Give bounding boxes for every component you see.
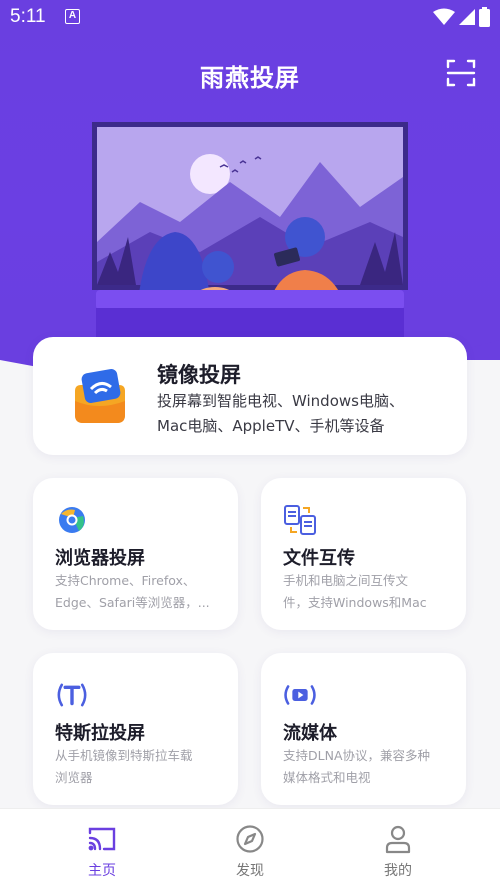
feature-description: 从手机镜像到特斯拉车载 浏览器 [55, 745, 223, 789]
feature-description: 支持Chrome、Firefox、 Edge、Safari等浏览器，... [55, 570, 223, 614]
feature-desc-line: 件，支持Windows和Mac [283, 595, 427, 610]
user-icon [385, 825, 411, 854]
app-title: 雨燕投屏 [200, 64, 300, 92]
mirror-cast-card[interactable]: 镜像投屏 投屏幕到智能电视、Windows电脑、 Mac电脑、AppleTV、手… [33, 337, 467, 455]
notification-icon: A [65, 9, 80, 24]
feature-desc-line: Edge、Safari等浏览器，... [55, 595, 210, 610]
feature-desc-line: 媒体格式和电视 [283, 770, 371, 785]
bottom-navigation: 主页 发现 我的 [0, 808, 500, 888]
mirror-title: 镜像投屏 [157, 363, 241, 387]
feature-title: 文件互传 [283, 548, 355, 569]
compass-icon [236, 825, 264, 853]
status-bar: 5:11 A [0, 0, 500, 34]
cast-icon [88, 827, 116, 851]
feature-desc-line: 支持DLNA协议，兼容多种 [283, 748, 430, 763]
battery-icon [479, 7, 490, 27]
nav-label: 主页 [88, 863, 116, 879]
mirror-desc-line: Mac电脑、AppleTV、手机等设备 [157, 417, 385, 435]
wifi-icon [433, 8, 455, 25]
feature-desc-line: 手机和电脑之间互传文 [283, 573, 409, 588]
feature-desc-line: 从手机镜像到特斯拉车载 [55, 748, 193, 763]
feature-title: 特斯拉投屏 [55, 723, 145, 744]
tesla-cast-card[interactable]: 特斯拉投屏 从手机镜像到特斯拉车载 浏览器 [33, 653, 238, 805]
nav-label: 发现 [236, 863, 264, 879]
nav-discover[interactable]: 发现 [200, 809, 300, 888]
browser-cast-card[interactable]: 浏览器投屏 支持Chrome、Firefox、 Edge、Safari等浏览器，… [33, 478, 238, 630]
tv-illustration [92, 122, 408, 338]
feature-desc-line: 支持Chrome、Firefox、 [55, 573, 196, 588]
mirror-description: 投屏幕到智能电视、Windows电脑、 Mac电脑、AppleTV、手机等设备 [157, 389, 447, 439]
status-icons [433, 7, 490, 27]
nav-home[interactable]: 主页 [52, 809, 152, 888]
status-time: 5:11 [10, 6, 46, 27]
signal-icon [459, 9, 475, 25]
feature-title: 浏览器投屏 [55, 548, 145, 569]
nav-label: 我的 [384, 863, 412, 879]
browser-icon [59, 507, 85, 533]
cast-screen-icon [75, 369, 125, 423]
streaming-icon [284, 685, 316, 705]
file-transfer-card[interactable]: 文件互传 手机和电脑之间互传文 件，支持Windows和Mac [261, 478, 466, 630]
feature-desc-line: 浏览器 [55, 770, 93, 785]
feature-title: 流媒体 [283, 723, 337, 744]
scan-icon[interactable] [446, 58, 476, 88]
feature-description: 支持DLNA协议，兼容多种 媒体格式和电视 [283, 745, 451, 789]
nav-profile[interactable]: 我的 [348, 809, 448, 888]
tesla-icon [57, 683, 87, 707]
feature-description: 手机和电脑之间互传文 件，支持Windows和Mac [283, 570, 451, 614]
streaming-card[interactable]: 流媒体 支持DLNA协议，兼容多种 媒体格式和电视 [261, 653, 466, 805]
file-transfer-icon [284, 505, 316, 535]
mirror-desc-line: 投屏幕到智能电视、Windows电脑、 [157, 392, 404, 410]
